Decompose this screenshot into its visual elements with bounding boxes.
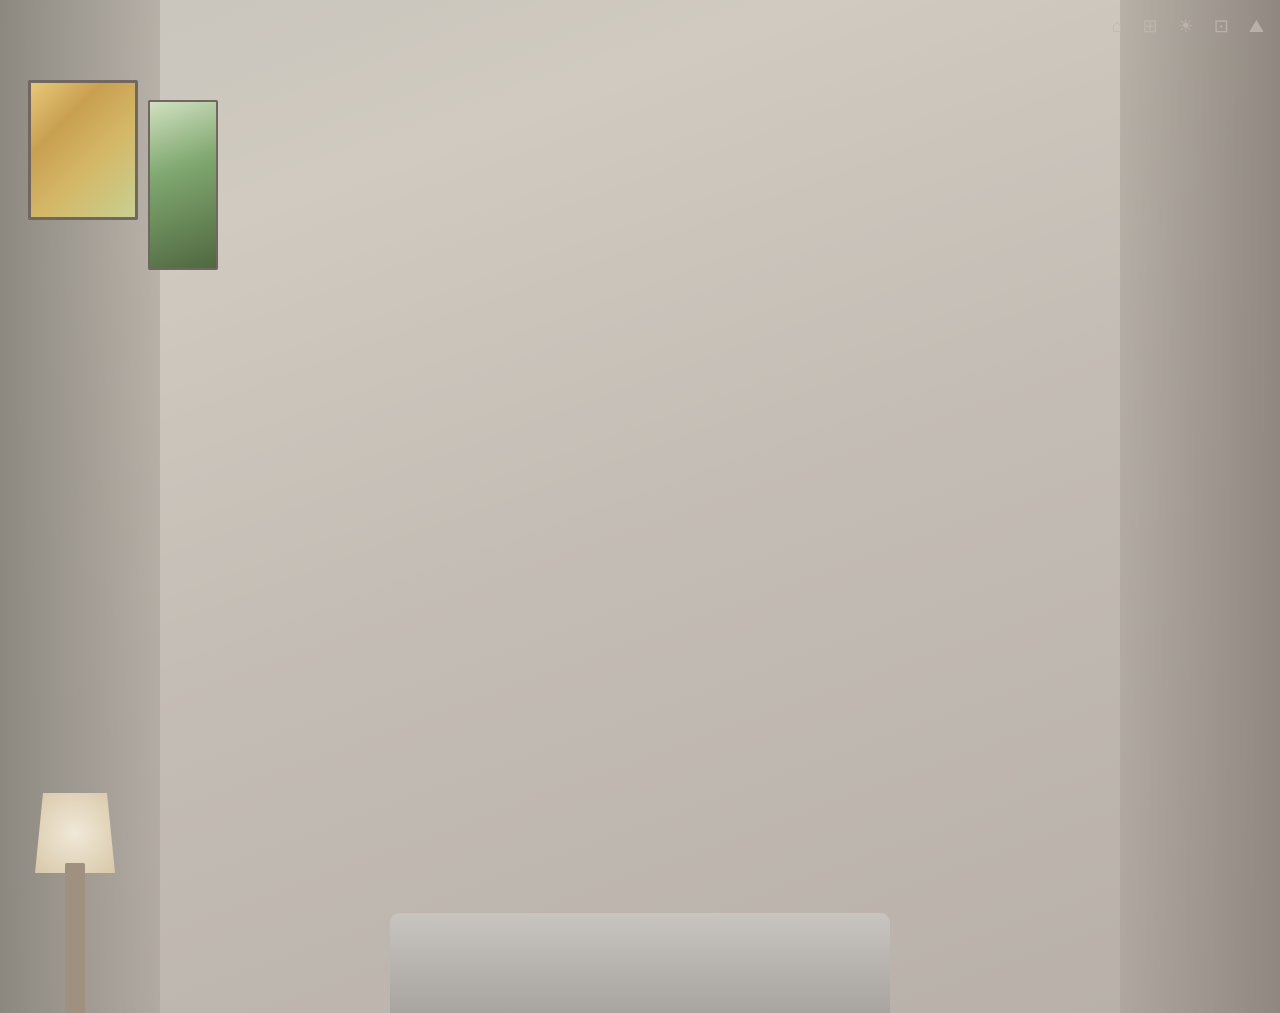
lamp-decoration <box>15 793 135 1013</box>
home-icon[interactable]: ⌂ <box>1112 16 1123 37</box>
plant-decoration <box>148 100 218 270</box>
brightness-icon[interactable]: ☀ <box>1178 16 1194 37</box>
screenshot-icon[interactable]: ⊞ <box>1143 16 1158 37</box>
artwork-decoration <box>28 80 138 220</box>
environment-icon[interactable]: ⛰ <box>1249 16 1264 37</box>
room-right-wall <box>1120 0 1280 1013</box>
display-icon[interactable]: ⊡ <box>1214 16 1229 37</box>
sofa-decoration <box>390 913 890 1013</box>
